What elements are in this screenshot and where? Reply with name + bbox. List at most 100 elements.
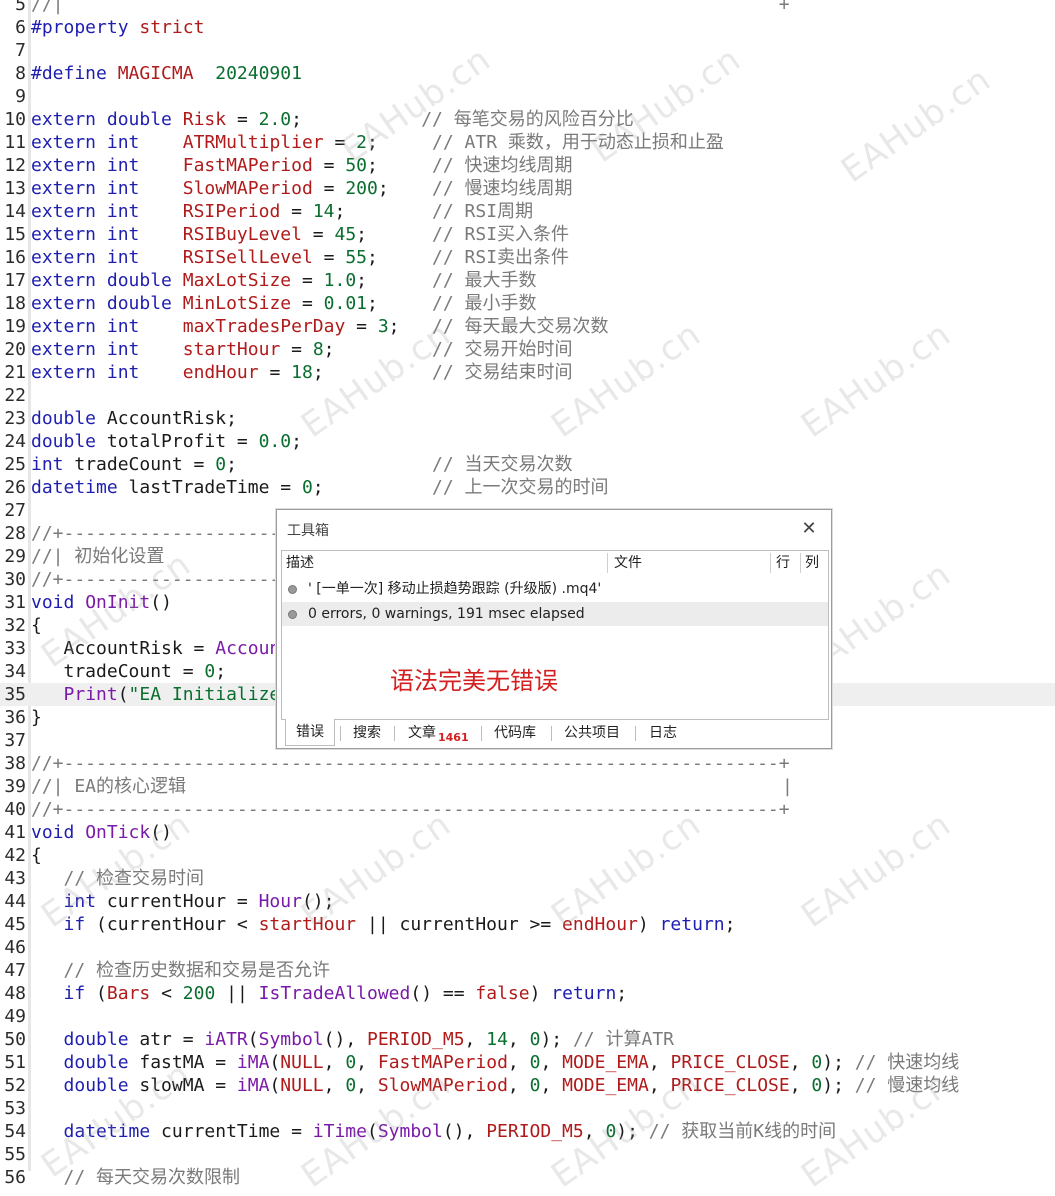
code-line[interactable]: 23 double AccountRisk;	[0, 407, 1055, 430]
code-text: int currentHour = Hour();	[63, 891, 335, 912]
line-number: 37	[4, 730, 26, 751]
code-line[interactable]: 19 extern int maxTradesPerDay = 3; // 每天最…	[0, 315, 1055, 338]
code-line[interactable]: 22	[0, 384, 1055, 407]
code-text: tradeCount = 0;	[31, 661, 227, 682]
line-number: 32	[4, 615, 26, 636]
code-text: extern double Risk = 2.0; // 每笔交易的风险百分比	[31, 109, 634, 130]
code-line[interactable]: 44 int currentHour = Hour();	[0, 890, 1055, 913]
code-line[interactable]: 49	[0, 1005, 1055, 1028]
line-number: 26	[4, 477, 26, 498]
toolbox-panel: 工具箱 ✕ 描述 文件 行 列 ' [一单一次] 移动止损趋势跟踪 (升级版) …	[276, 509, 832, 749]
tab-divider	[481, 726, 482, 741]
line-number: 47	[4, 960, 26, 981]
tab-divider	[340, 726, 341, 741]
code-line[interactable]: 54 datetime currentTime = iTime(Symbol()…	[0, 1120, 1055, 1143]
column-divider	[800, 553, 801, 573]
code-text: double slowMA = iMA(NULL, 0, SlowMAPerio…	[63, 1075, 960, 1096]
code-text: extern int startHour = 8; // 交易开始时间	[31, 339, 573, 360]
line-number: 34	[4, 661, 26, 682]
column-description[interactable]: 描述	[286, 551, 314, 575]
code-line[interactable]: 38//+-----------------------------------…	[0, 752, 1055, 775]
line-number: 17	[4, 270, 26, 291]
code-line[interactable]: 5 //| +	[0, 0, 1055, 16]
code-line[interactable]: 8 #define MAGICMA 20240901	[0, 62, 1055, 85]
line-number: 38	[4, 753, 26, 774]
line-number: 25	[4, 454, 26, 475]
line-number: 42	[4, 845, 26, 866]
code-line[interactable]: 41 void OnTick()	[0, 821, 1055, 844]
line-number: 33	[4, 638, 26, 659]
line-number: 8	[15, 63, 26, 84]
code-line[interactable]: 14 extern int RSIPeriod = 14; // RSI周期	[0, 200, 1055, 223]
line-number: 45	[4, 914, 26, 935]
line-number: 6	[15, 17, 26, 38]
tab-codebase[interactable]: 代码库	[484, 720, 546, 746]
code-line[interactable]: 51 double fastMA = iMA(NULL, 0, FastMAPe…	[0, 1051, 1055, 1074]
line-number: 10	[4, 109, 26, 130]
message-row[interactable]: ' [一单一次] 移动止损趋势跟踪 (升级版) .mq4'	[282, 577, 828, 601]
code-line[interactable]: 53	[0, 1097, 1055, 1120]
code-text: extern int RSISellLevel = 55; // RSI卖出条件	[31, 247, 570, 268]
code-line[interactable]: 15 extern int RSIBuyLevel = 45; // RSI买入条…	[0, 223, 1055, 246]
code-line[interactable]: 17 extern double MaxLotSize = 1.0; // 最大手…	[0, 269, 1055, 292]
line-number: 46	[4, 937, 26, 958]
code-line[interactable]: 43 // 检查交易时间	[0, 867, 1055, 890]
code-text: double atr = iATR(Symbol(), PERIOD_M5, 1…	[63, 1029, 674, 1050]
column-file[interactable]: 文件	[614, 551, 642, 575]
line-number: 24	[4, 431, 26, 452]
tab-label: 代码库	[494, 725, 536, 741]
code-line[interactable]: 52 double slowMA = iMA(NULL, 0, SlowMAPe…	[0, 1074, 1055, 1097]
tab-articles[interactable]: 文章 1461	[398, 720, 479, 746]
code-line[interactable]: 21 extern int endHour = 18; // 交易结束时间	[0, 361, 1055, 384]
code-line[interactable]: 6 #property strict	[0, 16, 1055, 39]
code-line[interactable]: 12 extern int FastMAPeriod = 50; // 快速均线周…	[0, 154, 1055, 177]
info-icon	[288, 610, 297, 619]
code-text: #define MAGICMA 20240901	[31, 63, 302, 84]
code-line[interactable]: 7	[0, 39, 1055, 62]
code-line[interactable]: 42{	[0, 844, 1055, 867]
line-number: 48	[4, 983, 26, 1004]
code-line[interactable]: 11 extern int ATRMultiplier = 2; // ATR 乘…	[0, 131, 1055, 154]
code-text: datetime lastTradeTime = 0; // 上一次交易的时间	[31, 477, 609, 498]
code-line[interactable]: 9	[0, 85, 1055, 108]
line-number: 13	[4, 178, 26, 199]
line-number: 55	[4, 1144, 26, 1165]
code-text: {	[31, 845, 42, 866]
code-line[interactable]: 39//| EA的核心逻辑 |	[0, 775, 1055, 798]
column-line[interactable]: 行	[776, 551, 790, 575]
code-line[interactable]: 56 // 每天交易次数限制	[0, 1166, 1055, 1189]
column-column[interactable]: 列	[805, 551, 819, 575]
code-text: // 检查历史数据和交易是否允许	[63, 960, 331, 981]
code-line[interactable]: 26 datetime lastTradeTime = 0; // 上一次交易的时…	[0, 476, 1055, 499]
code-line[interactable]: 24 double totalProfit = 0.0;	[0, 430, 1055, 453]
line-number: 16	[4, 247, 26, 268]
line-number: 15	[4, 224, 26, 245]
code-line[interactable]: 45 if (currentHour < startHour || curren…	[0, 913, 1055, 936]
code-line[interactable]: 10 extern double Risk = 2.0; // 每笔交易的风险百分…	[0, 108, 1055, 131]
tab-label: 日志	[649, 725, 677, 741]
code-line[interactable]: 20 extern int startHour = 8; // 交易开始时间	[0, 338, 1055, 361]
code-line[interactable]: 18 extern double MinLotSize = 0.01; // 最小…	[0, 292, 1055, 315]
toolbox-title: 工具箱	[287, 523, 329, 539]
code-text: extern int endHour = 18; // 交易结束时间	[31, 362, 573, 383]
tab-public-projects[interactable]: 公共项目	[554, 720, 630, 746]
tab-search[interactable]: 搜索	[343, 720, 391, 746]
close-icon[interactable]: ✕	[799, 518, 819, 539]
code-line[interactable]: 40//+-----------------------------------…	[0, 798, 1055, 821]
line-number: 31	[4, 592, 26, 613]
code-text: extern int FastMAPeriod = 50; // 快速均线周期	[31, 155, 573, 176]
code-line[interactable]: 16 extern int RSISellLevel = 55; // RSI卖出…	[0, 246, 1055, 269]
code-text: extern double MinLotSize = 0.01; // 最小手数	[31, 293, 537, 314]
code-line[interactable]: 48 if (Bars < 200 || IsTradeAllowed() ==…	[0, 982, 1055, 1005]
message-row[interactable]: 0 errors, 0 warnings, 191 msec elapsed	[282, 602, 828, 626]
tab-errors[interactable]: 错误	[285, 719, 335, 746]
code-line[interactable]: 55	[0, 1143, 1055, 1166]
code-line[interactable]: 46	[0, 936, 1055, 959]
code-text: extern int SlowMAPeriod = 200; // 慢速均线周期	[31, 178, 573, 199]
tab-journal[interactable]: 日志	[639, 720, 687, 746]
code-line[interactable]: 25 int tradeCount = 0; // 当天交易次数	[0, 453, 1055, 476]
code-text: void OnInit()	[31, 592, 172, 613]
code-line[interactable]: 47 // 检查历史数据和交易是否允许	[0, 959, 1055, 982]
code-line[interactable]: 13 extern int SlowMAPeriod = 200; // 慢速均线…	[0, 177, 1055, 200]
code-line[interactable]: 50 double atr = iATR(Symbol(), PERIOD_M5…	[0, 1028, 1055, 1051]
